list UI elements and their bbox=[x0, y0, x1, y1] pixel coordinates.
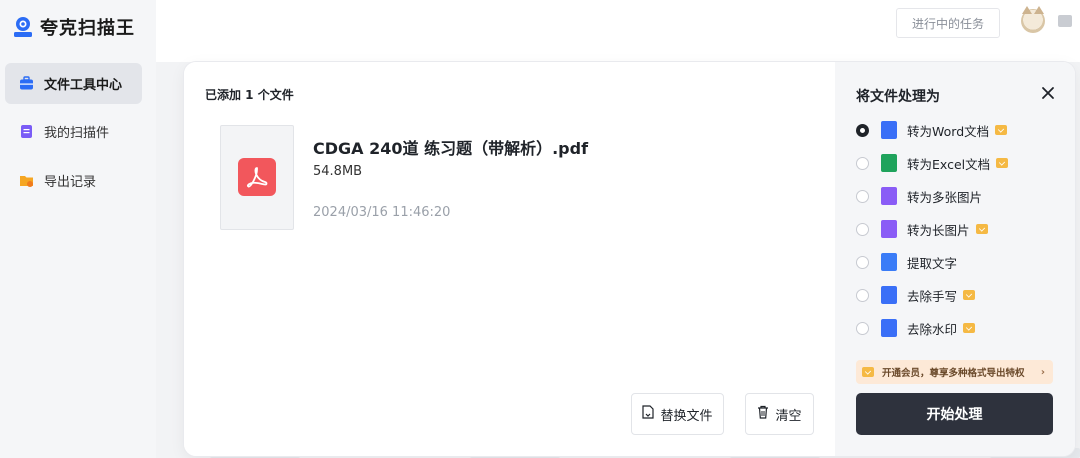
clear-button[interactable]: 清空 bbox=[745, 393, 814, 435]
vip-badge-icon[interactable] bbox=[1058, 15, 1072, 27]
pdf-file-icon bbox=[238, 158, 276, 196]
process-option[interactable]: 转为Word文档 bbox=[856, 120, 1008, 140]
sidebar-item-label: 文件工具中心 bbox=[44, 78, 123, 93]
option-label: 去除手写 bbox=[907, 288, 958, 304]
vip-badge-icon bbox=[975, 224, 988, 234]
close-icon[interactable] bbox=[1038, 83, 1058, 103]
chevron-right-icon: › bbox=[1040, 366, 1045, 378]
option-label: 转为Word文档 bbox=[907, 123, 990, 139]
vip-crown-icon bbox=[862, 367, 874, 377]
radio-button[interactable] bbox=[856, 123, 869, 137]
scanner-logo-icon bbox=[12, 15, 34, 39]
toolbox-icon bbox=[19, 76, 34, 91]
sidebar-item-my-scans[interactable]: 我的扫描件 bbox=[5, 111, 142, 152]
replace-doc-icon bbox=[642, 405, 655, 423]
text-extract-icon bbox=[881, 253, 897, 271]
radio-button[interactable] bbox=[856, 189, 869, 203]
app-logo: 夸克扫描王 bbox=[12, 14, 135, 40]
radio-button[interactable] bbox=[856, 156, 869, 170]
start-process-button[interactable]: 开始处理 bbox=[856, 393, 1053, 435]
option-label: 转为Excel文档 bbox=[907, 156, 991, 172]
radio-button[interactable] bbox=[856, 288, 869, 302]
file-name: CDGA 240道 练习题（带解析）.pdf bbox=[313, 139, 589, 158]
clear-label: 清空 bbox=[775, 408, 802, 424]
tasks-in-progress-button[interactable]: 进行中的任务 bbox=[896, 8, 1000, 38]
app-name: 夸克扫描王 bbox=[40, 18, 135, 39]
vip-badge-icon bbox=[996, 158, 1009, 168]
process-option[interactable]: 转为Excel文档 bbox=[856, 153, 1009, 173]
trash-icon bbox=[757, 405, 769, 423]
file-process-dialog: 已添加 1 个文件 CDGA 240道 练习题（带解析）.pdf 54.8MB … bbox=[184, 62, 1075, 456]
vip-badge-icon bbox=[963, 323, 976, 333]
file-list-pane: 已添加 1 个文件 CDGA 240道 练习题（带解析）.pdf 54.8MB … bbox=[184, 62, 835, 456]
sidebar-item-export-records[interactable]: 导出记录 bbox=[5, 160, 142, 201]
replace-file-button[interactable]: 替换文件 bbox=[631, 393, 724, 435]
added-files-title: 已添加 1 个文件 bbox=[205, 88, 294, 102]
sidebar: 夸克扫描王 文件工具中心 我的扫描件 导出记录 bbox=[0, 0, 156, 458]
scan-doc-icon bbox=[19, 124, 34, 139]
process-option[interactable]: 转为多张图片 bbox=[856, 186, 982, 206]
file-size: 54.8MB bbox=[313, 164, 363, 179]
word-doc-icon bbox=[881, 121, 897, 139]
excel-doc-icon bbox=[881, 154, 897, 172]
file-date: 2024/03/16 11:46:20 bbox=[313, 205, 451, 220]
sidebar-item-label: 我的扫描件 bbox=[44, 126, 110, 141]
process-options-pane: 将文件处理为 转为Word文档 转为Excel文档 转为多张图片 转为长图片提取文字去… bbox=[835, 62, 1075, 456]
avatar[interactable] bbox=[1021, 6, 1045, 33]
vip-badge-icon bbox=[995, 125, 1008, 135]
replace-file-label: 替换文件 bbox=[660, 408, 713, 424]
long-image-icon bbox=[881, 220, 897, 238]
promo-text: 开通会员，尊享多种格式导出特权 bbox=[882, 368, 1025, 379]
vip-promo-banner[interactable]: 开通会员，尊享多种格式导出特权 › bbox=[856, 360, 1053, 384]
option-label: 转为多张图片 bbox=[907, 189, 983, 205]
option-label: 转为长图片 bbox=[907, 222, 970, 238]
eraser-icon bbox=[881, 286, 897, 304]
sidebar-item-label: 导出记录 bbox=[44, 175, 97, 190]
process-option[interactable]: 转为长图片 bbox=[856, 219, 988, 239]
process-option[interactable]: 提取文字 bbox=[856, 252, 957, 272]
watermark-drop-icon bbox=[881, 319, 897, 337]
vip-badge-icon bbox=[963, 290, 976, 300]
images-icon bbox=[881, 187, 897, 205]
file-thumbnail[interactable] bbox=[220, 125, 294, 230]
process-option[interactable]: 去除手写 bbox=[856, 285, 976, 305]
radio-button[interactable] bbox=[856, 255, 869, 269]
export-folder-icon bbox=[19, 173, 34, 188]
process-option[interactable]: 去除水印 bbox=[856, 318, 976, 338]
process-as-title: 将文件处理为 bbox=[856, 89, 940, 105]
radio-button[interactable] bbox=[856, 222, 869, 236]
radio-button[interactable] bbox=[856, 321, 869, 335]
sidebar-item-tool-center[interactable]: 文件工具中心 bbox=[5, 63, 142, 104]
option-label: 去除水印 bbox=[907, 321, 958, 337]
option-label: 提取文字 bbox=[907, 255, 958, 271]
